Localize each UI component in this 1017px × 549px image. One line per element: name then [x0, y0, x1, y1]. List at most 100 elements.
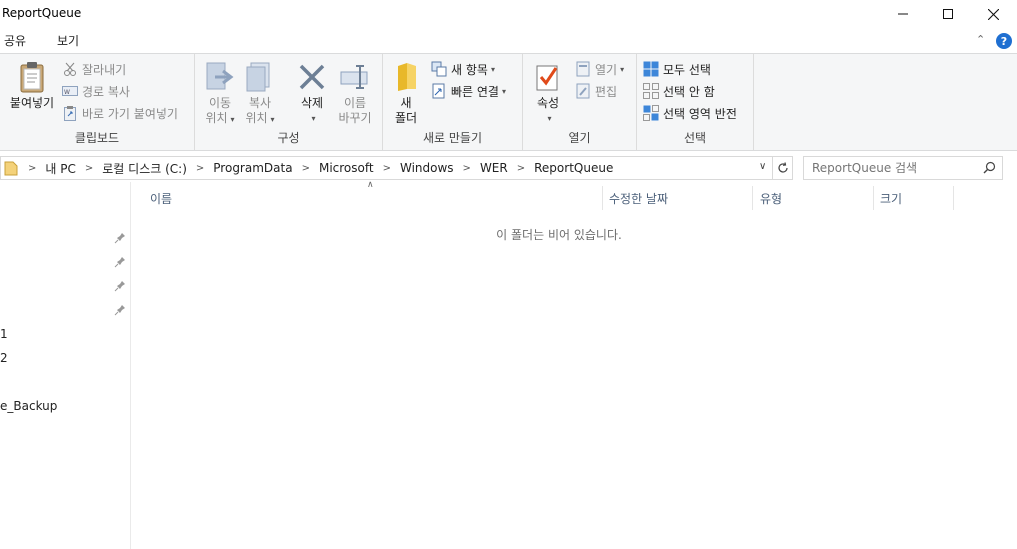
clipboard-group: 붙여넣기 잘라내기 W 경로 복사 바로 가기 붙여넣기 클립보드	[0, 54, 195, 150]
search-input[interactable]	[804, 157, 974, 179]
column-date-modified[interactable]: 수정한 날짜	[609, 190, 668, 207]
easy-access-button[interactable]: 빠른 연결 ▾	[431, 81, 506, 101]
search-icon[interactable]	[983, 161, 996, 177]
breadcrumb-item[interactable]: 내 PC	[42, 160, 78, 177]
column-divider[interactable]	[752, 186, 753, 210]
select-group-label: 선택	[683, 131, 707, 145]
breadcrumb-sep-icon[interactable]: >	[377, 163, 397, 174]
breadcrumb-sep-icon[interactable]: >	[457, 163, 477, 174]
pin-icon[interactable]	[114, 256, 126, 268]
address-dropdown-icon[interactable]: ∨	[759, 161, 766, 172]
window-title: ReportQueue	[2, 6, 82, 20]
edit-label: 편집	[595, 84, 618, 99]
invert-selection-icon	[643, 105, 659, 121]
cut-label: 잘라내기	[82, 62, 127, 77]
breadcrumb-sep-icon[interactable]: >	[190, 163, 210, 174]
cut-button[interactable]: 잘라내기	[62, 59, 126, 79]
title-bar: ReportQueue	[0, 0, 1017, 28]
breadcrumb-sep-icon: >	[28, 162, 37, 174]
select-group: 모두 선택 선택 안 함 선택 영역 반전 선택	[637, 54, 754, 150]
folder-icon	[4, 160, 20, 176]
empty-folder-message: 이 폴더는 비어 있습니다.	[496, 228, 622, 242]
select-none-button[interactable]: 선택 안 함	[643, 81, 715, 101]
column-divider[interactable]	[953, 186, 954, 210]
refresh-button[interactable]	[773, 156, 793, 180]
copy-to-label-1: 복사	[248, 96, 272, 110]
tab-share[interactable]: 공유	[4, 32, 26, 49]
column-divider[interactable]	[873, 186, 874, 210]
minimize-icon	[898, 13, 908, 15]
edit-button[interactable]: 편집	[575, 81, 617, 101]
pin-icon[interactable]	[114, 280, 126, 292]
properties-button[interactable]: 속성 ▾	[531, 60, 565, 126]
pin-icon[interactable]	[114, 232, 126, 244]
ribbon-collapse-icon[interactable]: ⌃	[976, 33, 985, 46]
rename-button[interactable]: 이름 바꾸기	[335, 60, 375, 126]
open-label: 열기	[595, 62, 618, 77]
ribbon-tabs: 공유 보기	[0, 28, 1017, 53]
copy-path-label: 경로 복사	[82, 84, 130, 99]
new-folder-label-1: 새	[400, 96, 412, 110]
properties-label: 속성	[536, 96, 560, 110]
paste-shortcut-icon	[62, 105, 78, 121]
delete-button[interactable]: 삭제 ▾	[295, 60, 329, 126]
copy-path-icon: W	[62, 83, 78, 99]
column-divider[interactable]	[602, 186, 603, 210]
breadcrumb-sep-icon[interactable]: >	[511, 163, 531, 174]
move-to-label-1: 이동	[208, 96, 232, 110]
edit-icon	[575, 83, 591, 99]
sort-ascending-icon: ∧	[367, 180, 374, 190]
tab-view[interactable]: 보기	[57, 32, 79, 49]
breadcrumb-sep-icon[interactable]: >	[79, 163, 99, 174]
close-button[interactable]	[970, 0, 1016, 28]
properties-check-icon	[532, 60, 564, 94]
nav-item[interactable]: 1	[0, 327, 8, 341]
breadcrumb-sep-icon[interactable]: >	[296, 163, 316, 174]
paste-shortcut-button[interactable]: 바로 가기 붙여넣기	[62, 103, 178, 123]
breadcrumb-item[interactable]: Microsoft	[316, 161, 377, 175]
column-type[interactable]: 유형	[760, 190, 782, 207]
breadcrumb-item[interactable]: ReportQueue	[531, 161, 616, 175]
breadcrumb-item[interactable]: WER	[477, 161, 511, 175]
invert-selection-label: 선택 영역 반전	[663, 106, 737, 121]
breadcrumb-item[interactable]: 로컬 디스크 (C:)	[99, 160, 190, 177]
breadcrumb-item[interactable]: ProgramData	[210, 161, 295, 175]
open-button[interactable]: 열기 ▾	[575, 59, 624, 79]
easy-access-icon	[431, 83, 447, 99]
select-all-label: 모두 선택	[663, 62, 711, 77]
select-none-label: 선택 안 함	[663, 84, 715, 99]
organize-group: 이동 위치 ▾ 복사 위치 ▾ 삭제 ▾ 이름 바꾸기 구성	[195, 54, 383, 150]
column-name[interactable]: 이름	[150, 190, 172, 207]
new-item-button[interactable]: 새 항목 ▾	[431, 59, 495, 79]
ribbon: 붙여넣기 잘라내기 W 경로 복사 바로 가기 붙여넣기 클립보드 이동 위치 …	[0, 53, 1017, 151]
column-size[interactable]: 크기	[880, 190, 902, 207]
minimize-button[interactable]	[880, 0, 926, 28]
nav-item[interactable]: e_Backup	[0, 399, 57, 413]
invert-selection-button[interactable]: 선택 영역 반전	[643, 103, 737, 123]
copy-to-button[interactable]: 복사 위치 ▾	[243, 60, 277, 127]
new-group-label: 새로 만들기	[422, 131, 482, 145]
new-group: 새 폴더 새 항목 ▾ 빠른 연결 ▾ 새로 만들기	[383, 54, 523, 150]
pin-icon[interactable]	[114, 304, 126, 316]
address-bar[interactable]: > 내 PC > 로컬 디스크 (C:) > ProgramData > Mic…	[0, 156, 773, 180]
paste-button[interactable]: 붙여넣기	[8, 60, 56, 111]
move-to-button[interactable]: 이동 위치 ▾	[203, 60, 237, 127]
clipboard-icon	[16, 60, 48, 94]
organize-group-label: 구성	[277, 131, 300, 145]
help-icon[interactable]: ?	[996, 33, 1012, 49]
new-folder-button[interactable]: 새 폴더	[391, 60, 421, 126]
search-box[interactable]	[803, 156, 1003, 180]
folder-icon	[391, 60, 423, 94]
copy-to-label-2: 위치	[245, 111, 268, 125]
navigation-pane: 1 2 e_Backup	[0, 182, 131, 549]
new-folder-label-2: 폴더	[394, 111, 418, 125]
easy-access-label: 빠른 연결	[451, 84, 499, 99]
breadcrumb-item[interactable]: Windows	[397, 161, 457, 175]
move-to-label-2: 위치	[205, 111, 228, 125]
maximize-button[interactable]	[925, 0, 971, 28]
refresh-icon	[777, 162, 788, 173]
copy-path-button[interactable]: W 경로 복사	[62, 81, 130, 101]
column-header-row: ∧ 이름 수정한 날짜 유형 크기	[131, 180, 1017, 210]
nav-item[interactable]: 2	[0, 351, 8, 365]
select-all-button[interactable]: 모두 선택	[643, 59, 711, 79]
